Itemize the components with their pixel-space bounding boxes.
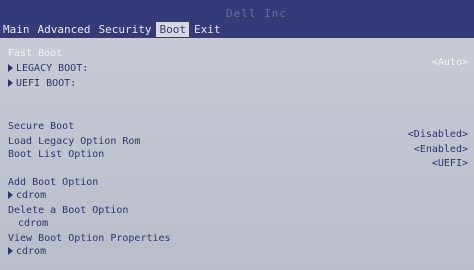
- secure-boot-label[interactable]: Secure Boot: [8, 121, 74, 133]
- add-boot-option-item[interactable]: cdrom: [8, 190, 46, 202]
- secure-boot-value[interactable]: <Disabled>: [408, 129, 468, 141]
- arrow-icon: [8, 247, 13, 255]
- menu-tab-bar: Main Advanced Security Boot Exit: [0, 21, 474, 38]
- delete-boot-cdrom[interactable]: cdrom: [18, 218, 48, 230]
- fast-boot-label[interactable]: Fast Boot: [8, 48, 62, 60]
- legacy-boot-item[interactable]: LEGACY BOOT:: [8, 63, 88, 75]
- add-boot-cdrom: cdrom: [16, 190, 47, 201]
- bios-header: Dell Inc Main Advanced Security Boot Exi…: [0, 0, 474, 38]
- delete-boot-option-label[interactable]: Delete a Boot Option: [8, 205, 128, 217]
- legacy-boot-label: LEGACY BOOT:: [16, 63, 89, 74]
- tab-main[interactable]: Main: [0, 22, 33, 37]
- load-legacy-option-rom-value[interactable]: <Enabled>: [414, 144, 468, 156]
- load-legacy-option-rom-label[interactable]: Load Legacy Option Rom: [8, 136, 140, 148]
- view-boot-option-item[interactable]: cdrom: [8, 246, 46, 258]
- add-boot-option-label[interactable]: Add Boot Option: [8, 177, 98, 189]
- view-boot-option-properties-label[interactable]: View Boot Option Properties: [8, 233, 171, 245]
- boot-settings-panel: Fast Boot <Auto> LEGACY BOOT: UEFI BOOT:…: [0, 38, 474, 270]
- expand-arrow-icon: [8, 79, 13, 87]
- tab-exit[interactable]: Exit: [191, 22, 224, 37]
- fast-boot-value[interactable]: <Auto>: [432, 57, 468, 69]
- expand-arrow-icon: [8, 64, 13, 72]
- uefi-boot-item[interactable]: UEFI BOOT:: [8, 78, 76, 90]
- boot-list-option-value[interactable]: <UEFI>: [432, 158, 468, 170]
- uefi-boot-label: UEFI BOOT:: [16, 78, 77, 89]
- tab-boot[interactable]: Boot: [156, 22, 189, 37]
- vendor-brand: Dell Inc: [226, 7, 287, 20]
- tab-security[interactable]: Security: [95, 22, 154, 37]
- view-boot-cdrom: cdrom: [16, 246, 47, 257]
- arrow-icon: [8, 191, 13, 199]
- tab-advanced[interactable]: Advanced: [35, 22, 94, 37]
- boot-list-option-label[interactable]: Boot List Option: [8, 149, 104, 161]
